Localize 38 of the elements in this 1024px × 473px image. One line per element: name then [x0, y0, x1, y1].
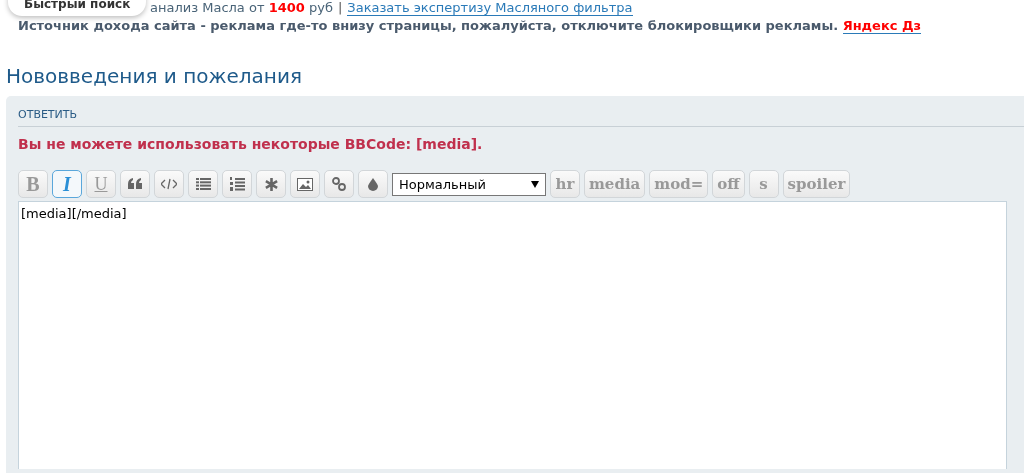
notice-text: Источник дохода сайта - реклама где-то внизу страницы, пожалуйста, отключите блокировщики рекламы.: [18, 18, 839, 33]
bbcode-button[interactable]: hr: [550, 170, 580, 198]
link-icon: [332, 177, 346, 191]
promo-text: анализ Масла от: [150, 0, 266, 15]
toolbar-button[interactable]: [188, 170, 218, 198]
toolbar-button[interactable]: [154, 170, 184, 198]
message-editor[interactable]: [media][/media]: [18, 201, 1007, 469]
reply-tab[interactable]: ОТВЕТИТЬ: [18, 96, 1024, 127]
bbcode-button[interactable]: spoiler: [782, 170, 851, 198]
font-size-select[interactable]: Нормальный: [392, 172, 546, 196]
toolbar-button[interactable]: [324, 170, 354, 198]
code-icon: [161, 178, 177, 190]
toolbar-button[interactable]: [290, 170, 320, 198]
toolbar-button[interactable]: [222, 170, 252, 198]
bbcode-button[interactable]: off: [712, 170, 745, 198]
format-button[interactable]: I: [52, 170, 82, 198]
notice-link[interactable]: Яндекс Дз: [842, 18, 922, 34]
format-button[interactable]: B: [18, 170, 48, 198]
separator-text: |: [337, 0, 343, 15]
dropdown-arrow-icon: [531, 180, 539, 188]
asterisk-icon: [264, 177, 278, 191]
numbered-list-icon: [229, 177, 245, 191]
warning-text: Вы не можете использовать некоторые BBCode: [media].: [18, 135, 484, 154]
page-title: Нововведения и пожелания: [6, 63, 303, 90]
toolbar-button[interactable]: [120, 170, 150, 198]
list-icon: [195, 178, 211, 190]
order-link[interactable]: Заказать экспертизу Масляного фильтра: [347, 0, 633, 16]
bbcode-button[interactable]: mod=: [649, 170, 709, 198]
drop-icon: [368, 177, 378, 191]
price-text: 1400: [268, 0, 305, 15]
bbcode-button[interactable]: media: [584, 170, 646, 198]
quote-icon: [128, 178, 142, 190]
image-icon: [297, 177, 313, 191]
toolbar-button[interactable]: [256, 170, 286, 198]
toolbar-button[interactable]: [358, 170, 388, 198]
promo-text: руб: [307, 0, 333, 15]
format-button[interactable]: U: [86, 170, 116, 198]
bbcode-button[interactable]: s: [748, 170, 779, 198]
